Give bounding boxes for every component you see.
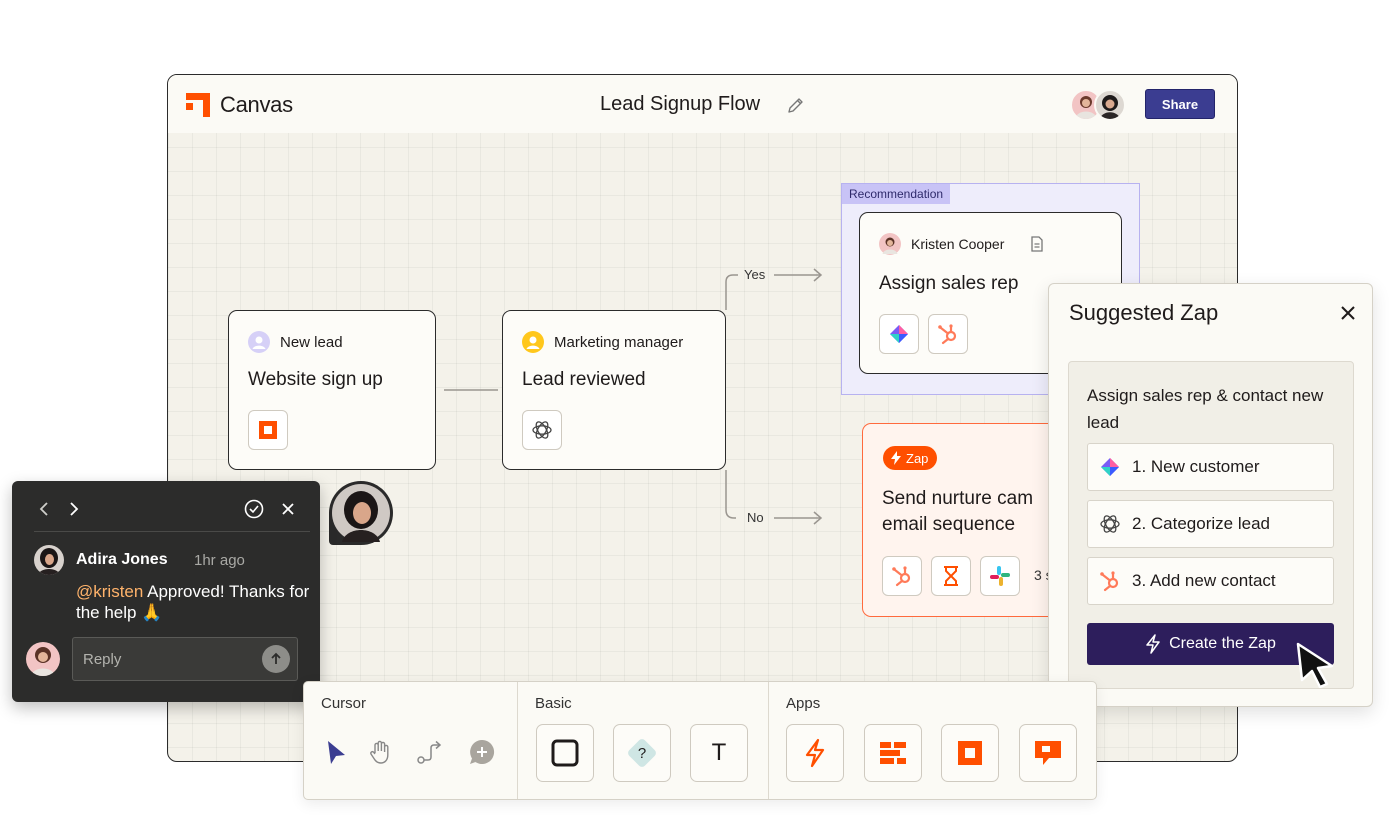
suggested-zap-content: Assign sales rep & contact new lead 1. N… (1068, 361, 1354, 689)
zap-badge: Zap (883, 446, 938, 470)
divider (517, 682, 518, 799)
tool-text[interactable]: T (690, 724, 748, 782)
openai-icon (532, 421, 552, 439)
toolbar-section-basic: Basic (535, 695, 572, 712)
card-title: Assign sales rep (879, 273, 1019, 294)
zap-step-categorize-lead[interactable]: 2. Categorize lead (1087, 500, 1334, 548)
tool-interfaces[interactable] (864, 724, 922, 782)
avatar (879, 233, 901, 255)
square-shape-icon (551, 739, 579, 767)
chevron-right-icon[interactable] (64, 499, 84, 519)
close-icon[interactable] (278, 499, 298, 519)
tool-chatbot[interactable] (1019, 724, 1077, 782)
arrow-up-icon (271, 652, 281, 664)
text-icon: T (711, 739, 727, 766)
send-button[interactable] (262, 645, 290, 673)
collaborator-cursor-avatar (329, 481, 393, 545)
divider (768, 682, 769, 799)
pointer-icon (328, 741, 345, 764)
comment-time: 1hr ago (194, 552, 245, 569)
step-label: 1. New customer (1132, 457, 1260, 476)
card-title: Send nurture cam email sequence (882, 488, 1034, 535)
hubspot-icon (1100, 571, 1119, 592)
bottom-toolbar: Cursor Basic Apps ? T (303, 681, 1097, 800)
divider (34, 531, 310, 532)
tool-select[interactable] (318, 734, 354, 770)
tool-hand[interactable] (363, 734, 399, 770)
app-tile[interactable] (931, 556, 971, 596)
recommendation-tag: Recommendation (842, 184, 951, 204)
decision-diamond-icon: ? (626, 737, 658, 769)
diamond-app-icon (1101, 458, 1119, 476)
bolt-icon (891, 451, 901, 465)
openai-icon (1100, 515, 1120, 533)
interfaces-icon (880, 742, 906, 764)
app-tile[interactable] (522, 410, 562, 450)
zap-step-add-new-contact[interactable]: 3. Add new contact (1087, 557, 1334, 605)
flow-card-lead-reviewed[interactable]: Marketing manager Lead reviewed (502, 310, 726, 470)
avatar (26, 642, 60, 676)
slack-icon (990, 566, 1010, 586)
hourglass-icon (944, 566, 958, 586)
card-meta-label: Marketing manager (554, 333, 684, 351)
zap-step-new-customer[interactable]: 1. New customer (1087, 443, 1334, 491)
tool-tables[interactable] (941, 724, 999, 782)
create-zap-label: Create the Zap (1169, 635, 1276, 652)
zap-description: Assign sales rep & contact new lead (1087, 386, 1324, 432)
comment-message: @kristen Approved! Thanks for the help 🙏 (76, 582, 310, 622)
panel-title: Suggested Zap (1069, 300, 1219, 325)
avatar (34, 545, 64, 575)
app-tile[interactable] (879, 314, 919, 354)
path-icon (417, 740, 442, 764)
tool-decision[interactable]: ? (613, 724, 671, 782)
user-mention[interactable]: @kristen (76, 582, 143, 601)
author-name: Kristen Cooper (911, 236, 1005, 252)
app-tile[interactable] (882, 556, 922, 596)
tool-comment[interactable] (464, 734, 500, 770)
chatbot-icon (1035, 741, 1061, 765)
app-tile[interactable] (928, 314, 968, 354)
person-icon (248, 331, 270, 353)
add-comment-icon (470, 739, 495, 764)
hubspot-icon (892, 566, 911, 587)
app-tile[interactable] (980, 556, 1020, 596)
decision-glyph: ? (637, 744, 647, 762)
document-icon[interactable] (1028, 235, 1046, 253)
diamond-app-icon (890, 325, 908, 343)
comment-thread-panel: Adira Jones 1hr ago @kristen Approved! T… (12, 481, 320, 702)
flow-card-new-lead[interactable]: New lead Website sign up (228, 310, 436, 470)
close-icon[interactable] (1337, 302, 1359, 324)
zap-bolt-icon (805, 738, 825, 768)
card-meta-label: New lead (280, 333, 343, 351)
card-title: Lead reviewed (522, 369, 646, 390)
hand-icon (370, 740, 389, 764)
square-app-icon (259, 421, 277, 439)
comment-author: Adira Jones (76, 551, 168, 568)
toolbar-section-apps: Apps (786, 695, 821, 712)
chevron-left-icon[interactable] (34, 499, 54, 519)
square-app-icon (958, 741, 982, 765)
tool-zap[interactable] (786, 724, 844, 782)
tool-connector[interactable] (412, 734, 448, 770)
tool-square-shape[interactable] (536, 724, 594, 782)
toolbar-section-cursor: Cursor (321, 695, 367, 712)
branch-label-yes: Yes (744, 267, 766, 282)
zap-badge-label: Zap (906, 450, 929, 466)
bolt-icon (1146, 634, 1160, 654)
resolve-check-icon[interactable] (244, 499, 264, 519)
step-label: 2. Categorize lead (1132, 514, 1270, 533)
person-icon (522, 331, 544, 353)
hubspot-icon (938, 324, 957, 345)
step-label: 3. Add new contact (1132, 571, 1276, 590)
mouse-pointer-icon (1296, 642, 1334, 688)
card-title: Website sign up (248, 369, 383, 390)
branch-label-no: No (747, 510, 764, 525)
app-tile[interactable] (248, 410, 288, 450)
